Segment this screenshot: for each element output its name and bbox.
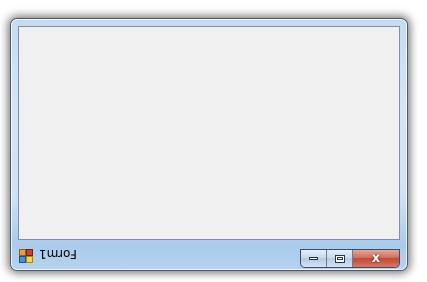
form-window: Form1 x [10,18,408,271]
minimize-button[interactable] [301,250,327,267]
title-bar[interactable]: Form1 x [11,240,407,270]
maximize-icon [334,254,345,263]
maximize-button[interactable] [327,250,353,267]
winforms-app-icon [19,248,33,263]
window-title: Form1 [39,247,77,261]
caption-buttons: x [300,249,400,268]
close-icon: x [371,251,381,266]
close-button[interactable]: x [353,250,399,267]
minimize-icon [309,257,318,260]
screen: Form1 x [0,0,427,282]
client-area [18,26,400,240]
